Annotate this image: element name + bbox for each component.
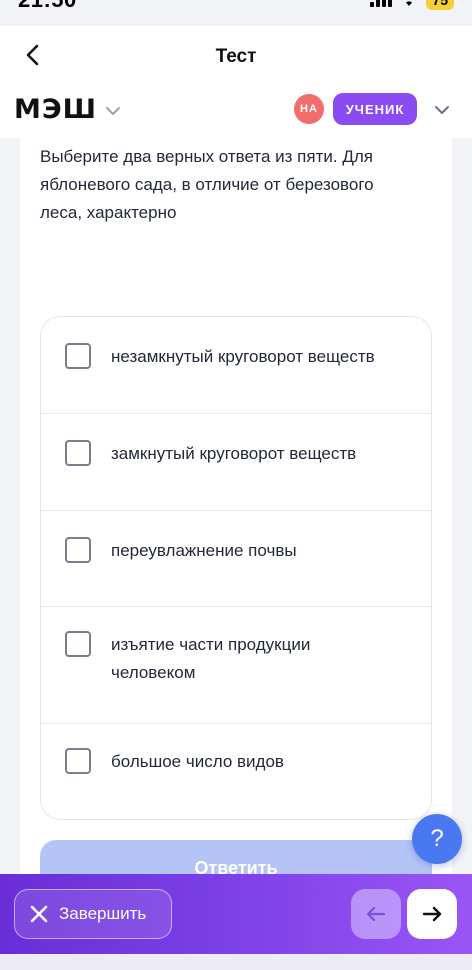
status-indicators: 75 [370, 0, 454, 10]
option-label: изъятие части продукции человеком [111, 635, 311, 682]
bottom-bar: Завершить [0, 874, 472, 954]
option-item[interactable]: большое число видов [41, 724, 431, 819]
options-list: незамкнутый круговорот веществ замкнутый… [40, 316, 432, 820]
close-icon [30, 905, 48, 923]
option-checkbox[interactable] [65, 631, 91, 657]
role-badge[interactable]: УЧЕНИК [333, 93, 417, 125]
option-item[interactable]: замкнутый круговорот веществ [41, 414, 431, 510]
mesh-logo: МЭШ [14, 94, 98, 125]
option-label: незамкнутый круговорот веществ [111, 347, 375, 366]
avatar[interactable]: НА [294, 94, 324, 124]
finish-button[interactable]: Завершить [14, 889, 172, 939]
home-indicator-area [0, 954, 472, 970]
arrow-right-icon [422, 906, 442, 922]
chevron-down-icon[interactable] [104, 102, 122, 120]
chevron-down-icon[interactable] [432, 100, 452, 120]
arrow-left-icon [366, 906, 386, 922]
option-checkbox[interactable] [65, 343, 91, 369]
signal-icon [370, 0, 393, 7]
wifi-icon [406, 1, 413, 6]
help-button[interactable]: ? [412, 814, 462, 864]
app-header: Тест [0, 26, 472, 86]
next-button[interactable] [407, 889, 457, 939]
option-item[interactable]: изъятие части продукции человеком [41, 607, 431, 723]
option-item[interactable]: незамкнутый круговорот веществ [41, 317, 431, 413]
brand-bar: МЭШ НА УЧЕНИК [0, 86, 472, 138]
status-bar: 21:50 75 [0, 0, 472, 14]
finish-label: Завершить [59, 904, 147, 923]
option-checkbox[interactable] [65, 748, 91, 774]
option-label: большое число видов [111, 752, 284, 771]
option-checkbox[interactable] [65, 537, 91, 563]
option-item[interactable]: переувлажнение почвы [41, 511, 431, 607]
battery-badge: 75 [426, 0, 454, 10]
option-label: переувлажнение почвы [111, 541, 297, 560]
prev-button[interactable] [351, 889, 401, 939]
question-text: Выберите два верных ответа из пяти. Для … [40, 147, 374, 222]
status-time: 21:50 [18, 0, 77, 13]
question-card: Выберите два верных ответа из пяти. Для … [20, 138, 452, 900]
option-label: замкнутый круговорот веществ [111, 444, 357, 463]
page-title: Тест [215, 46, 257, 67]
option-checkbox[interactable] [65, 440, 91, 466]
